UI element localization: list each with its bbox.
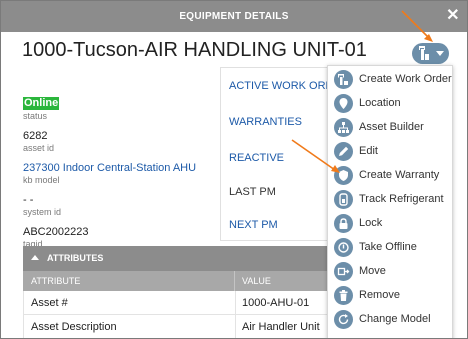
kb-model-link[interactable]: 237300 Indoor Central-Station AHU (23, 162, 223, 175)
attribute-cell: Asset # (31, 297, 68, 309)
location-pin-icon (334, 94, 353, 113)
annotation-arrowhead (424, 34, 433, 42)
refresh-icon (334, 310, 353, 329)
lock-icon (334, 214, 353, 233)
value-cell: 1000-AHU-01 (242, 297, 310, 309)
menu-item-label: Create Warranty (359, 169, 440, 181)
trash-icon (334, 286, 353, 305)
next-pm-link[interactable]: NEXT PM (229, 219, 278, 231)
column-divider (234, 271, 235, 291)
menu-item-track-refrigerant[interactable]: Track Refrigerant (328, 188, 452, 211)
menu-item-label: Track Refrigerant (359, 193, 444, 205)
collapse-triangle-icon (31, 255, 39, 260)
actions-dropdown-button[interactable] (412, 43, 449, 64)
dialog-titlebar: EQUIPMENT DETAILS ✕ (1, 1, 467, 32)
shield-icon (334, 166, 353, 185)
equipment-details-dialog: EQUIPMENT DETAILS ✕ 1000-Tucson-AIR HAND… (0, 0, 468, 339)
menu-item-edit[interactable]: Edit (328, 140, 452, 163)
menu-item-location[interactable]: Location (328, 92, 452, 115)
attributes-heading: ATTRIBUTES (47, 253, 104, 263)
reactive-link[interactable]: REACTIVE (229, 152, 284, 164)
chevron-down-icon (436, 51, 444, 56)
status-badge: Online (23, 97, 60, 110)
menu-item-lock[interactable]: Lock (328, 212, 452, 235)
menu-item-take-offline[interactable]: Take Offline (328, 236, 452, 259)
menu-item-remove[interactable]: Remove (328, 284, 452, 307)
actions-menu: Create Work Order Location Asset Builder… (327, 65, 453, 338)
equipment-fields: Online status 6282 asset id 237300 Indoo… (23, 93, 223, 258)
menu-item-change-model[interactable]: Change Model (328, 308, 452, 331)
refrigerant-icon (334, 190, 353, 209)
column-value: VALUE (242, 276, 271, 286)
last-pm-label: LAST PM (229, 186, 276, 198)
attributes-header[interactable]: ATTRIBUTES (23, 246, 353, 271)
menu-item-label: Move (359, 265, 386, 277)
menu-item-label: Asset Builder (359, 121, 424, 133)
menu-item-label: Take Offline (359, 241, 417, 253)
move-icon (334, 262, 353, 281)
table-row: Asset # 1000-AHU-01 (23, 291, 353, 315)
column-divider (235, 291, 236, 314)
menu-item-label: Location (359, 97, 401, 109)
menu-item-asset-builder[interactable]: Asset Builder (328, 116, 452, 139)
menu-item-label: Remove (359, 289, 400, 301)
tag-id-value: ABC2002223 (23, 226, 89, 238)
wrench-icon (419, 46, 429, 60)
table-row: Asset Description Air Handler Unit (23, 315, 353, 338)
close-icon[interactable]: ✕ (445, 1, 461, 32)
menu-item-label: Change Model (359, 313, 431, 325)
menu-item-label: Edit (359, 145, 378, 157)
attributes-column-header: ATTRIBUTE VALUE (23, 271, 353, 291)
pencil-icon (334, 142, 353, 161)
attributes-section: ATTRIBUTES ATTRIBUTE VALUE Asset # 1000-… (23, 246, 353, 338)
system-id-value: - - (23, 194, 34, 206)
system-id-label: system id (23, 207, 62, 217)
menu-item-move[interactable]: Move (328, 260, 452, 283)
hierarchy-icon (334, 118, 353, 137)
kb-model-label: kb model (23, 175, 60, 185)
power-icon (334, 238, 353, 257)
dialog-title: EQUIPMENT DETAILS (179, 11, 289, 22)
menu-item-create-work-order[interactable]: Create Work Order (328, 68, 452, 91)
asset-id-value: 6282 (23, 130, 48, 142)
value-cell: Air Handler Unit (242, 321, 320, 333)
menu-item-create-warranty[interactable]: Create Warranty (328, 164, 452, 187)
asset-title: 1000-Tucson-AIR HANDLING UNIT-01 (22, 39, 367, 61)
warranties-link[interactable]: WARRANTIES (229, 116, 302, 128)
menu-item-label: Lock (359, 217, 383, 229)
status-label: status (23, 111, 48, 121)
column-attribute: ATTRIBUTE (31, 276, 81, 286)
attribute-cell: Asset Description (31, 321, 117, 333)
wrench-plus-icon (334, 70, 353, 89)
menu-item-label: Create Work Order (359, 73, 452, 85)
column-divider (235, 315, 236, 338)
asset-id-label: asset id (23, 143, 55, 153)
